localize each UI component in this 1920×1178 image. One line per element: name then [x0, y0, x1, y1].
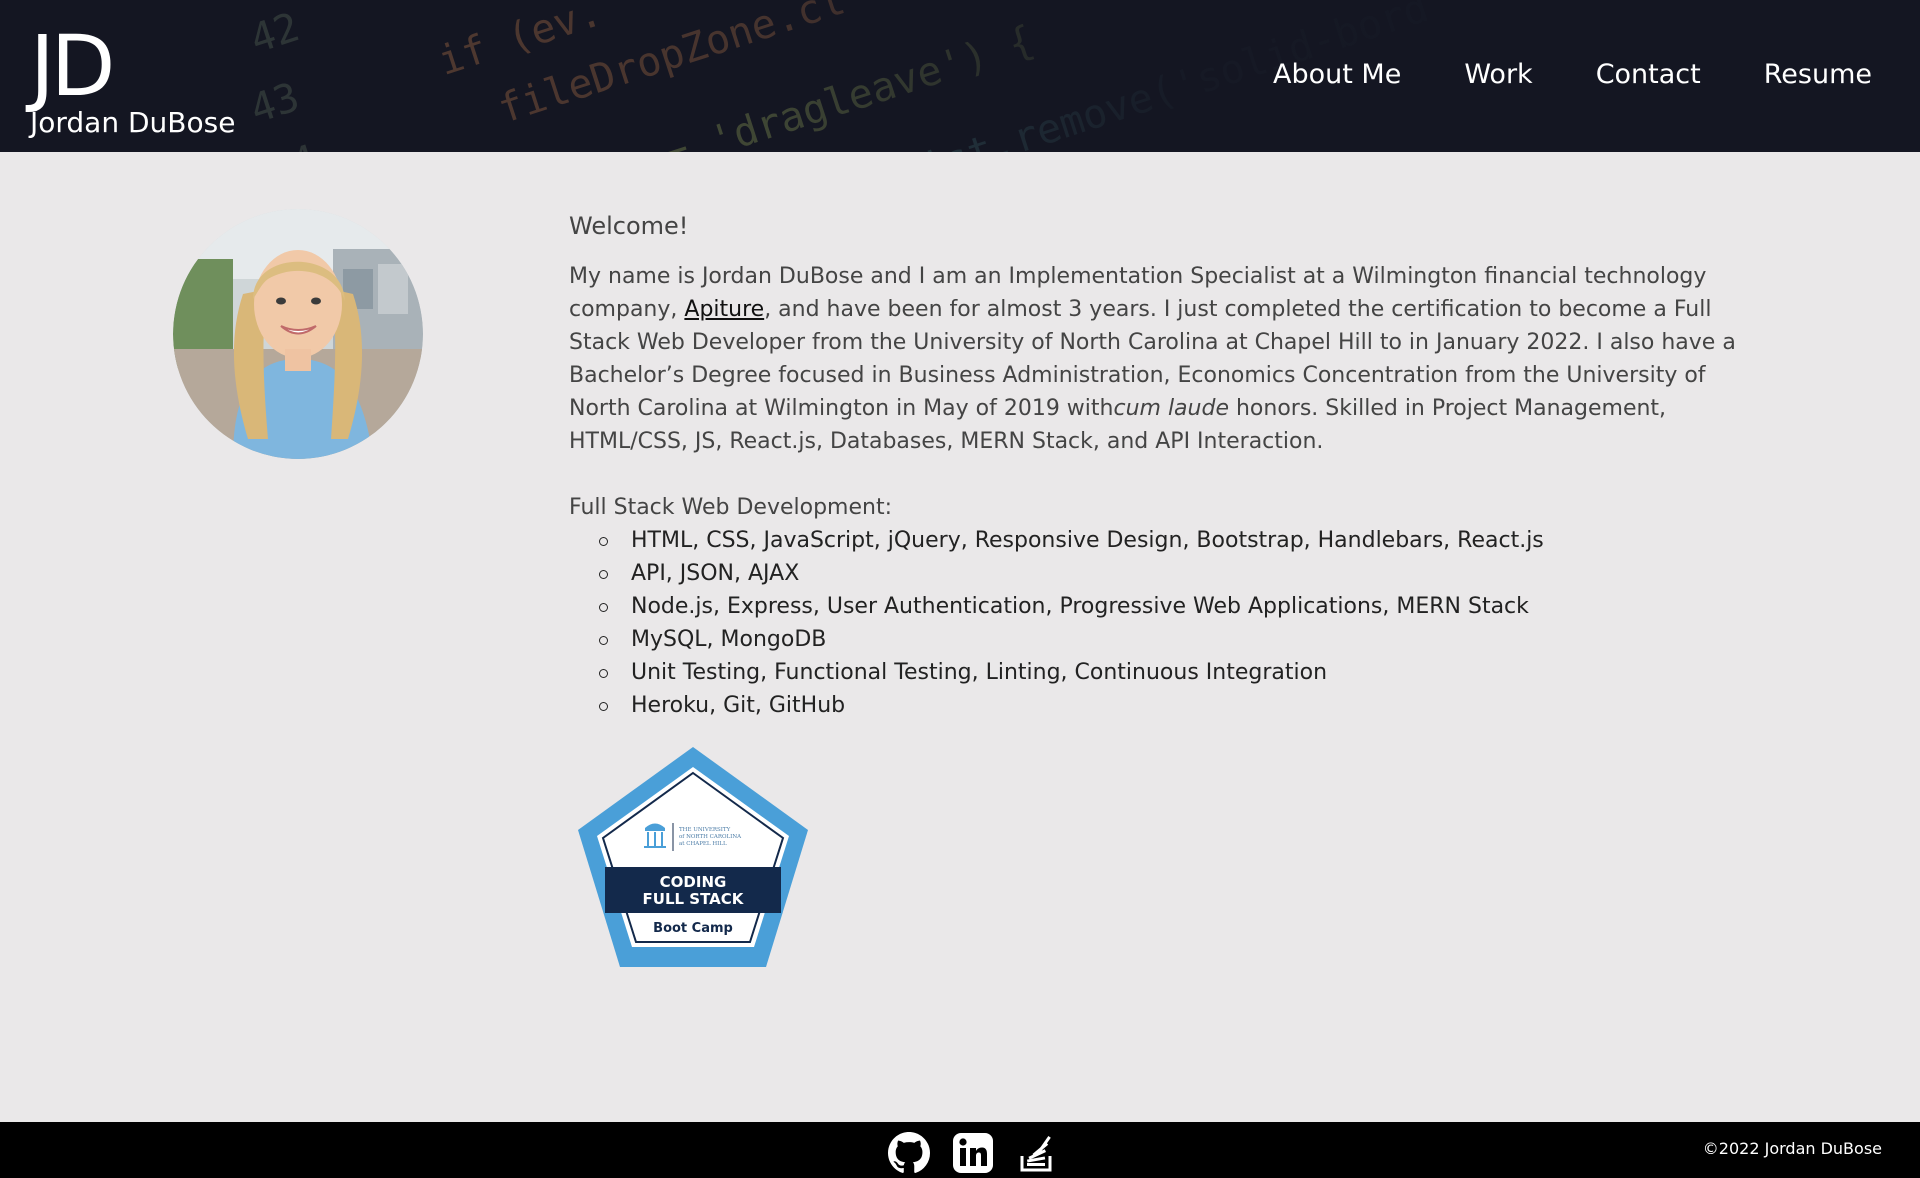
nav-contact[interactable]: Contact: [1596, 54, 1701, 96]
logo-mark: JD: [30, 17, 115, 115]
logo-name: Jordan DuBose: [30, 106, 236, 139]
skill-item: HTML, CSS, JavaScript, jQuery, Responsiv…: [599, 524, 1754, 557]
site-footer: ©2022 Jordan DuBose: [0, 1122, 1920, 1178]
skills-title: Full Stack Web Development:: [569, 495, 892, 520]
linkedin-icon: [953, 1133, 993, 1173]
nav-about-me[interactable]: About Me: [1273, 54, 1401, 96]
skill-item: Heroku, Git, GitHub: [599, 689, 1754, 722]
github-icon: [888, 1132, 930, 1173]
badge-line1: CODING: [660, 873, 727, 891]
skill-item: Unit Testing, Functional Testing, Lintin…: [599, 656, 1754, 689]
profile-photo: [173, 209, 423, 459]
social-links: [888, 1132, 1058, 1174]
skill-item: MySQL, MongoDB: [599, 623, 1754, 656]
copyright-text: ©2022 Jordan DuBose: [1702, 1139, 1882, 1158]
badge-line2: FULL STACK: [643, 890, 745, 908]
bootcamp-badge: THE UNIVERSITY of NORTH CAROLINA at CHAP…: [578, 747, 808, 967]
nav-work[interactable]: Work: [1464, 54, 1532, 96]
badge-university-line: of NORTH CAROLINA: [679, 834, 742, 840]
old-well-icon: [644, 823, 666, 848]
badge-university-line: THE UNIVERSITY: [679, 827, 731, 833]
linkedin-link[interactable]: [952, 1132, 994, 1174]
badge-line3: Boot Camp: [653, 921, 733, 936]
badge-inner: [597, 767, 789, 947]
badge-university-line: at CHAPEL HILL: [679, 841, 727, 847]
logo[interactable]: JD Jordan DuBose: [30, 17, 260, 140]
about-section: Welcome! My name is Jordan DuBose and I …: [569, 210, 1754, 722]
nav-resume[interactable]: Resume: [1764, 54, 1872, 96]
bio-honors: cum laude: [1113, 396, 1229, 421]
apiture-link[interactable]: Apiture: [684, 297, 764, 322]
main-nav: About Me Work Contact Resume: [1273, 54, 1872, 96]
skill-item: Node.js, Express, User Authentication, P…: [599, 590, 1754, 623]
site-header: 42 43 44 if (ev. fileDropZone.cl === 'dr…: [0, 0, 1920, 152]
skill-item: API, JSON, AJAX: [599, 557, 1754, 590]
stackoverflow-icon: [1020, 1136, 1052, 1172]
github-link[interactable]: [888, 1132, 930, 1174]
skills-list: HTML, CSS, JavaScript, jQuery, Responsiv…: [599, 524, 1754, 722]
stackoverflow-link[interactable]: [1016, 1132, 1058, 1174]
bio-paragraph: My name is Jordan DuBose and I am an Imp…: [569, 260, 1754, 458]
welcome-heading: Welcome!: [569, 212, 689, 240]
